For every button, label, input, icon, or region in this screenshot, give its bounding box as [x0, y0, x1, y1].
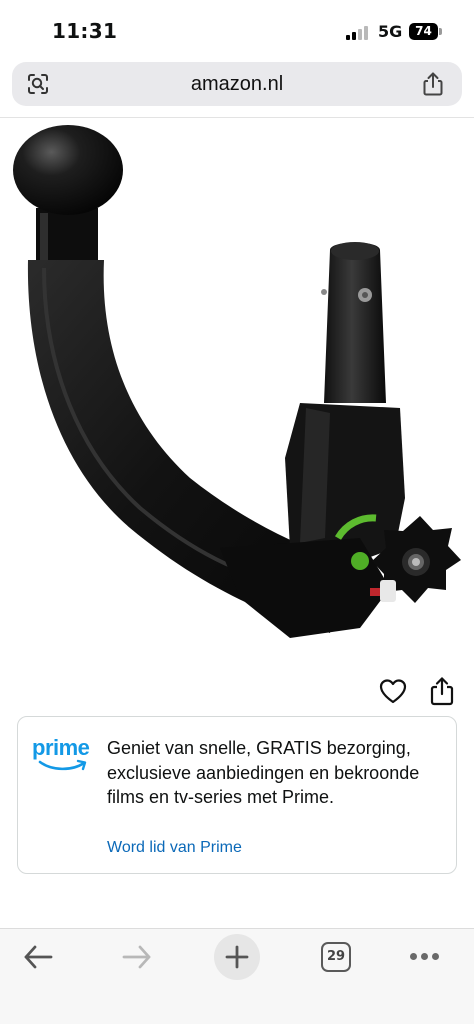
network-type: 5G [378, 22, 403, 41]
prime-logo-text: prime [32, 735, 90, 760]
status-bar: 11:31 5G 74 [0, 0, 474, 60]
status-time: 11:31 [52, 19, 118, 43]
back-icon[interactable] [22, 943, 54, 971]
share-icon[interactable] [420, 71, 446, 97]
prime-promo-card: prime Geniet van snelle, GRATIS bezorgin… [17, 716, 457, 874]
battery-icon: 74 [409, 23, 438, 40]
prime-logo: prime [32, 735, 98, 775]
prime-smile-icon [38, 759, 87, 771]
heart-icon[interactable] [379, 678, 407, 706]
url-text[interactable]: amazon.nl [12, 62, 462, 106]
browser-toolbar: 29 [0, 928, 474, 1024]
prime-message: Geniet van snelle, GRATIS bezorging, exc… [107, 738, 420, 807]
share-icon[interactable] [428, 676, 456, 706]
new-tab-button[interactable] [214, 934, 260, 980]
plus-icon [225, 945, 249, 969]
forward-icon[interactable] [121, 943, 153, 971]
tabs-button[interactable]: 29 [321, 942, 351, 972]
battery-nub [439, 28, 442, 35]
more-icon[interactable] [410, 953, 440, 961]
address-bar[interactable]: amazon.nl [12, 62, 462, 106]
product-image[interactable] [0, 118, 474, 666]
signal-icon [346, 24, 372, 40]
join-prime-link[interactable]: Word lid van Prime [107, 839, 242, 857]
